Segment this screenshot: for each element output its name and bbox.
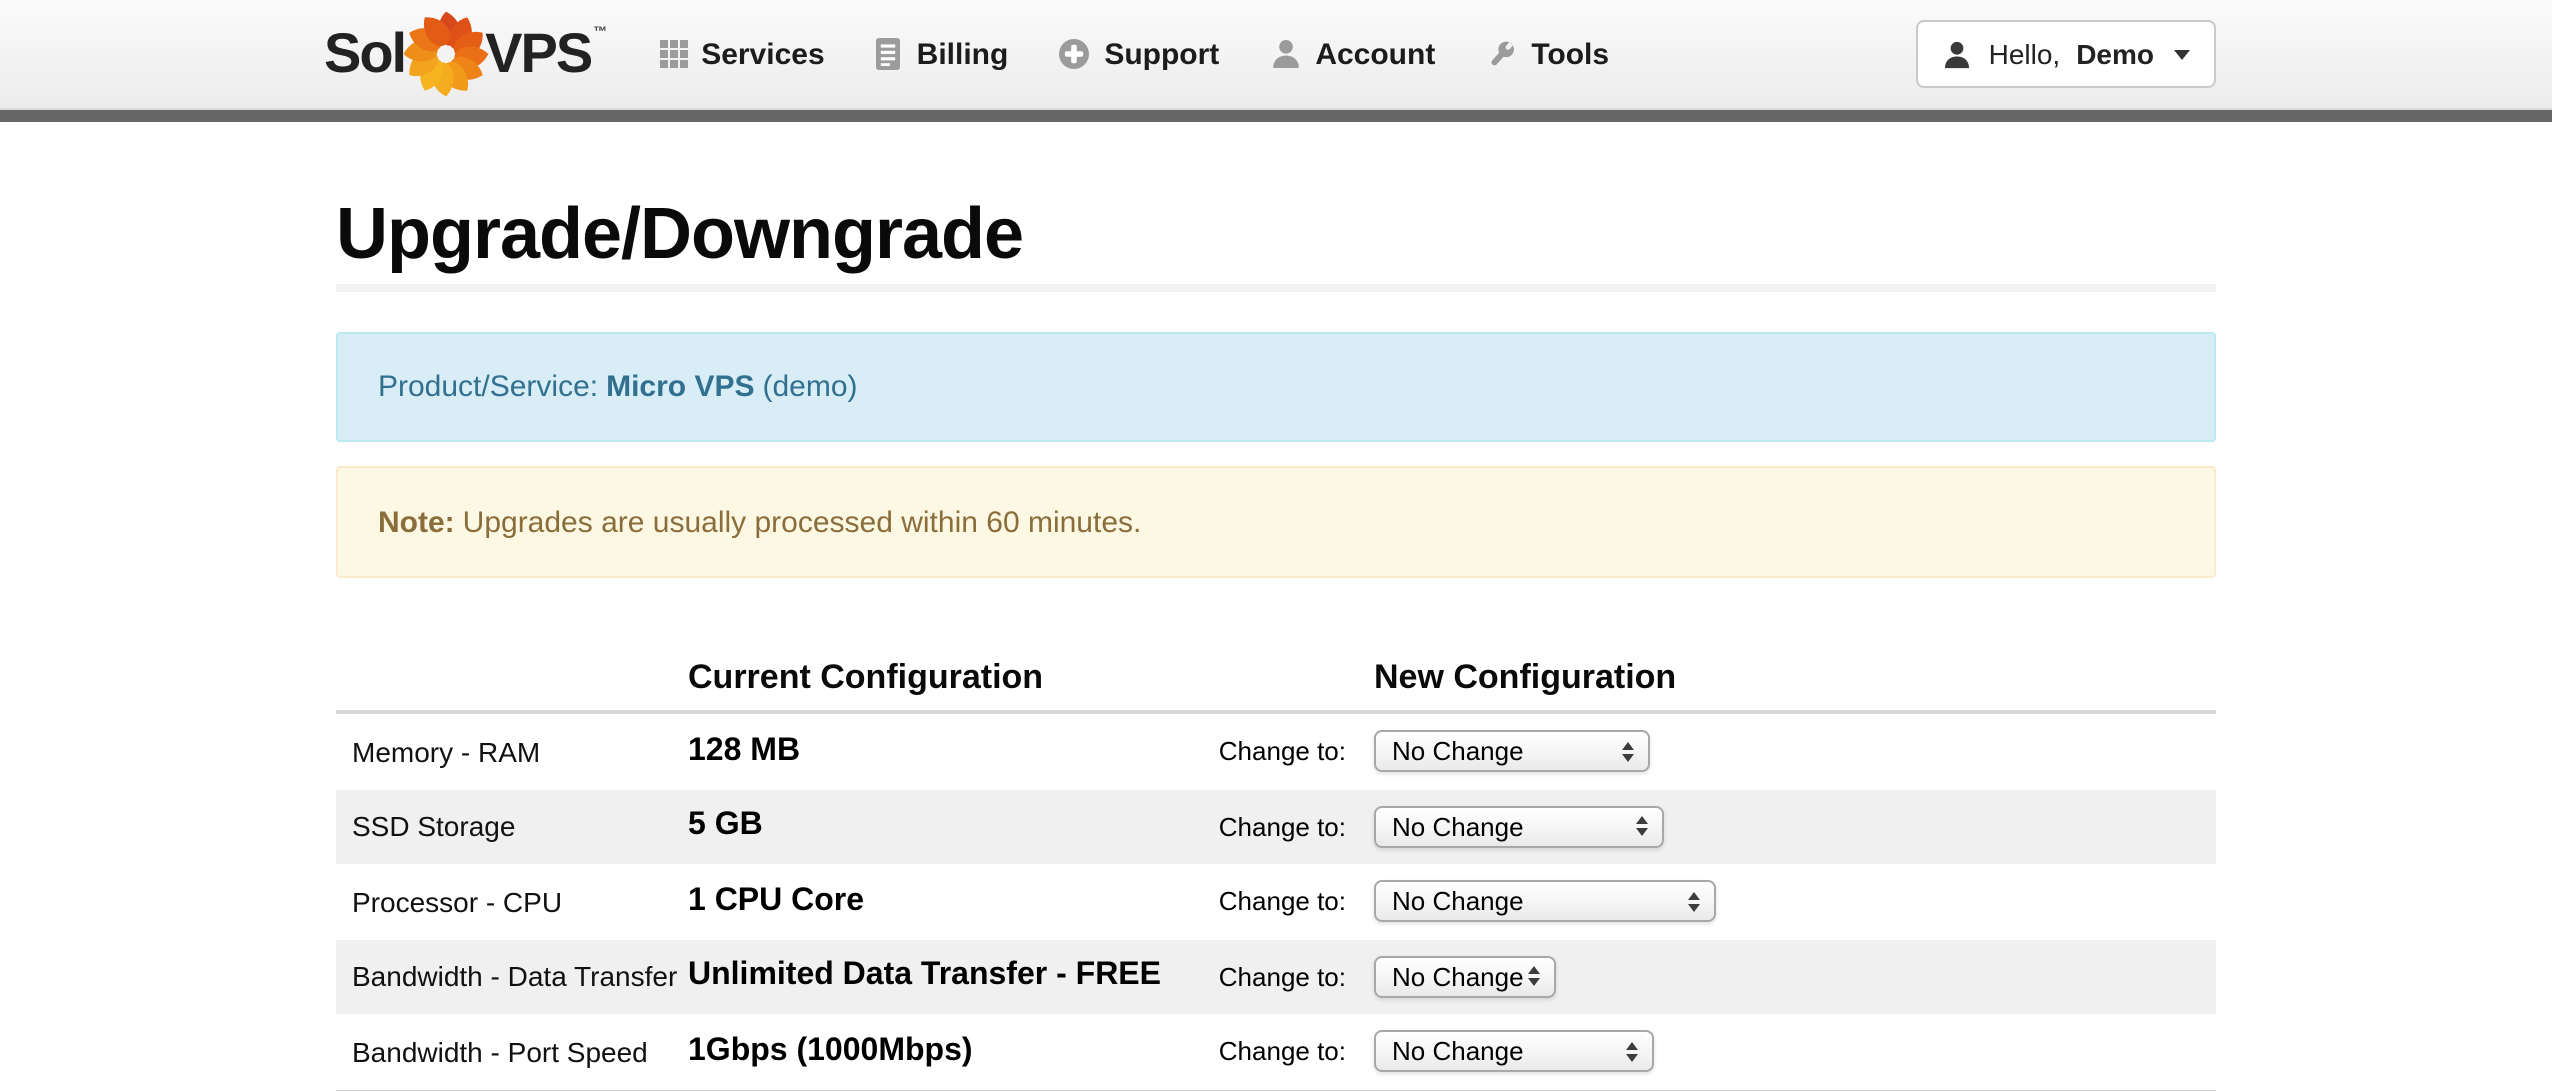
config-table-body: Memory - RAM 128 MB Change to: No Change…: [336, 714, 2216, 1091]
table-row-cpu: Processor - CPU 1 CPU Core Change to: No…: [336, 864, 2216, 939]
table-row-storage: SSD Storage 5 GB Change to: No Change: [336, 789, 2216, 864]
user-icon: [1943, 39, 1973, 69]
chevron-down-icon: [2174, 49, 2190, 59]
selected-option: No Change: [1376, 737, 1524, 767]
new-configuration-header: New Configuration: [1374, 658, 1676, 696]
header-divider-bar: [0, 110, 2552, 122]
table-row-data-transfer: Bandwidth - Data Transfer Unlimited Data…: [336, 939, 2216, 1014]
change-to-label: Change to:: [1194, 812, 1346, 842]
port-speed-change-select[interactable]: No Change: [1374, 1031, 1654, 1073]
main-nav: Services Billing: [659, 37, 1609, 71]
current-value: Unlimited Data Transfer - FREE: [688, 959, 1194, 995]
storage-change-select[interactable]: No Change: [1374, 806, 1664, 848]
change-to-label: Change to:: [1194, 1037, 1346, 1067]
table-row-memory: Memory - RAM 128 MB Change to: No Change: [336, 714, 2216, 789]
current-value: 5 GB: [688, 809, 1194, 845]
change-to-label: Change to:: [1194, 737, 1346, 767]
data-transfer-change-select[interactable]: No Change: [1374, 956, 1556, 998]
current-value: 1Gbps (1000Mbps): [688, 1034, 1194, 1070]
row-label: SSD Storage: [336, 811, 688, 843]
circle-plus-icon: [1058, 38, 1090, 70]
config-table-header: Current Configuration New Configuration: [336, 658, 2216, 714]
select-stepper-icon: [1688, 883, 1700, 921]
nav-item-account[interactable]: Account: [1269, 37, 1435, 71]
current-value: 1 CPU Core: [688, 884, 1194, 920]
grid-icon: [659, 40, 687, 68]
brand-name-prefix: Sol: [324, 26, 405, 82]
cpu-change-select[interactable]: No Change: [1374, 881, 1716, 923]
main-content: Upgrade/Downgrade Product/Service: Micro…: [336, 198, 2216, 1091]
select-stepper-icon: [1528, 958, 1540, 996]
table-row-port-speed: Bandwidth - Port Speed 1Gbps (1000Mbps) …: [336, 1014, 2216, 1089]
current-configuration-header: Current Configuration: [688, 658, 1374, 696]
greeting-text: Hello,: [1989, 38, 2061, 70]
product-service-label: Product/Service:: [378, 370, 598, 404]
product-demo-suffix: (demo): [762, 370, 857, 404]
wrench-icon: [1485, 38, 1517, 70]
invoice-icon: [875, 38, 903, 70]
select-stepper-icon: [1626, 1033, 1638, 1071]
select-stepper-icon: [1636, 808, 1648, 846]
nav-label: Services: [701, 37, 824, 71]
select-stepper-icon: [1622, 733, 1634, 771]
nav-item-billing[interactable]: Billing: [875, 37, 1009, 71]
nav-label: Account: [1315, 37, 1435, 71]
selected-option: No Change: [1376, 887, 1524, 917]
change-to-label: Change to:: [1194, 887, 1346, 917]
row-label: Bandwidth - Port Speed: [336, 1036, 688, 1068]
selected-option: No Change: [1376, 962, 1524, 992]
page-title: Upgrade/Downgrade: [336, 198, 2216, 270]
note-label: Note:: [378, 505, 455, 539]
brand-logo[interactable]: Sol VPS ™: [324, 8, 607, 100]
nav-label: Billing: [917, 37, 1009, 71]
page: Sol VPS ™ Services: [0, 0, 2552, 1084]
product-service-banner: Product/Service: Micro VPS (demo): [336, 332, 2216, 442]
current-value: 128 MB: [688, 734, 1194, 770]
nav-item-tools[interactable]: Tools: [1485, 37, 1609, 71]
selected-option: No Change: [1376, 1037, 1524, 1067]
nav-label: Tools: [1531, 37, 1609, 71]
row-label: Memory - RAM: [336, 736, 688, 768]
trademark-symbol: ™: [593, 26, 607, 40]
sun-icon: [399, 8, 491, 100]
upgrade-note-banner: Note: Upgrades are usually processed wit…: [336, 466, 2216, 578]
brand-name-suffix: VPS: [485, 26, 591, 82]
row-label: Processor - CPU: [336, 886, 688, 918]
user-menu-button[interactable]: Hello, Demo: [1917, 20, 2216, 88]
selected-option: No Change: [1376, 812, 1524, 842]
user-icon: [1269, 38, 1301, 70]
memory-change-select[interactable]: No Change: [1374, 731, 1650, 773]
change-to-label: Change to:: [1194, 962, 1346, 992]
nav-item-support[interactable]: Support: [1058, 37, 1219, 71]
nav-item-services[interactable]: Services: [659, 37, 824, 71]
note-text: Upgrades are usually processed within 60…: [463, 505, 1142, 539]
top-navigation-bar: Sol VPS ™ Services: [0, 0, 2552, 110]
username: Demo: [2076, 38, 2154, 70]
title-divider: [336, 284, 2216, 292]
product-name: Micro VPS: [606, 370, 754, 404]
nav-label: Support: [1104, 37, 1219, 71]
row-label: Bandwidth - Data Transfer: [336, 961, 688, 993]
